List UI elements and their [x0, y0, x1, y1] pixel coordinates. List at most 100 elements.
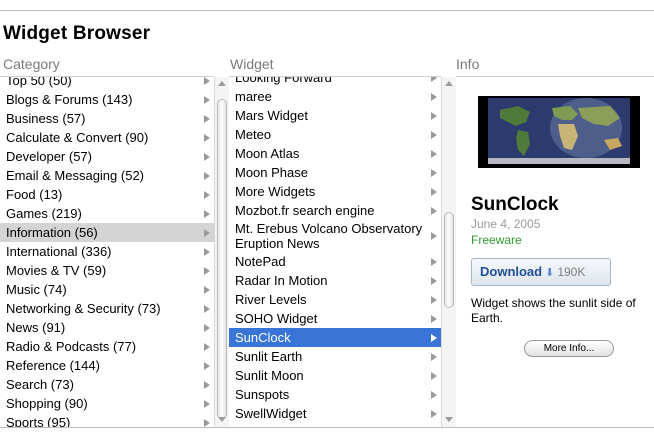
widget-list-item[interactable]: River Levels — [229, 290, 441, 309]
category-scroll-thumb[interactable] — [217, 99, 227, 419]
widget-list-item[interactable]: Meteo — [229, 125, 441, 144]
category-list-item[interactable]: Email & Messaging (52) — [0, 166, 214, 185]
widget-list-item[interactable]: Looking Forward — [229, 77, 441, 87]
category-item-label: News (91) — [6, 320, 66, 335]
disclosure-arrow-icon — [431, 168, 437, 177]
widget-item-label: SunClock — [235, 330, 291, 345]
scroll-up-icon[interactable] — [445, 81, 453, 86]
category-item-label: Music (74) — [6, 282, 67, 297]
scroll-down-icon[interactable] — [218, 417, 226, 422]
disclosure-arrow-icon — [204, 209, 210, 218]
widget-list[interactable]: Looking Forward maree Mars Widget Meteo Moon… — [229, 77, 441, 427]
category-list-item[interactable]: Calculate & Convert (90) — [0, 128, 214, 147]
category-list-item[interactable]: International (336) — [0, 242, 214, 261]
widget-list-item[interactable]: Sunspots — [229, 385, 441, 404]
widget-item-label: Mt. Erebus Volcano Observatory Eruption … — [235, 221, 423, 251]
widget-date: June 4, 2005 — [471, 217, 541, 231]
category-item-label: Networking & Security (73) — [6, 301, 161, 316]
widget-list-item[interactable]: SwellWidget — [229, 404, 441, 423]
widget-list-item[interactable]: Sunlit Earth — [229, 347, 441, 366]
widget-list-item[interactable]: Mars Widget — [229, 106, 441, 125]
disclosure-arrow-icon — [204, 114, 210, 123]
widget-list-item[interactable]: Radar In Motion — [229, 271, 441, 290]
disclosure-arrow-icon — [204, 133, 210, 142]
widget-item-label: SOHO Widget — [235, 311, 318, 326]
category-item-label: Calculate & Convert (90) — [6, 130, 149, 145]
widget-item-label: Sunlit Moon — [235, 368, 304, 383]
disclosure-arrow-icon — [431, 257, 437, 266]
category-list-item[interactable]: Radio & Podcasts (77) — [0, 337, 214, 356]
category-list-item[interactable]: Sports (95) — [0, 413, 214, 427]
disclosure-arrow-icon — [431, 409, 437, 418]
disclosure-arrow-icon — [204, 323, 210, 332]
category-list-item[interactable]: Movies & TV (59) — [0, 261, 214, 280]
top-divider — [0, 10, 654, 11]
widget-list-item[interactable]: Moon Atlas — [229, 144, 441, 163]
disclosure-arrow-icon — [204, 399, 210, 408]
info-panel: SunClock June 4, 2005 Freeware Download ⬇… — [461, 77, 654, 427]
category-list-item[interactable]: Search (73) — [0, 375, 214, 394]
category-list-item[interactable]: Shopping (90) — [0, 394, 214, 413]
disclosure-arrow-icon — [431, 314, 437, 323]
disclosure-arrow-icon — [431, 111, 437, 120]
disclosure-arrow-icon — [204, 247, 210, 256]
category-list-item[interactable]: Blogs & Forums (143) — [0, 90, 214, 109]
widget-item-label: Sunspots — [235, 387, 290, 402]
info-column-header: Info — [456, 56, 480, 72]
widget-item-label: Mars Widget — [235, 108, 308, 123]
category-list-item[interactable]: Information (56) — [0, 223, 214, 242]
widget-list-item[interactable]: SunClock — [229, 328, 441, 347]
widget-item-label: SwellWidget — [235, 406, 307, 421]
widget-scroll-thumb[interactable] — [444, 212, 454, 308]
disclosure-arrow-icon — [431, 232, 437, 240]
disclosure-arrow-icon — [204, 380, 210, 389]
disclosure-arrow-icon — [204, 418, 210, 427]
category-item-label: Sports (95) — [6, 415, 71, 427]
category-list-item[interactable]: News (91) — [0, 318, 214, 337]
widget-list-item[interactable]: SOHO Widget — [229, 309, 441, 328]
disclosure-arrow-icon — [431, 149, 437, 158]
disclosure-arrow-icon — [204, 304, 210, 313]
disclosure-arrow-icon — [204, 285, 210, 294]
category-list-item[interactable]: Developer (57) — [0, 147, 214, 166]
widget-list-item[interactable]: NotePad — [229, 252, 441, 271]
disclosure-arrow-icon — [204, 171, 210, 180]
widget-description: Widget shows the sunlit side of Earth. — [471, 296, 636, 325]
category-list[interactable]: Top 50 (50) Blogs & Forums (143) Business … — [0, 77, 214, 427]
scroll-down-icon[interactable] — [445, 417, 453, 422]
scroll-up-icon[interactable] — [218, 81, 226, 86]
category-list-item[interactable]: Top 50 (50) — [0, 77, 214, 90]
widget-list-item[interactable]: maree — [229, 87, 441, 106]
widget-item-label: River Levels — [235, 292, 307, 307]
widget-item-label: Moon Atlas — [235, 146, 300, 161]
category-list-item[interactable]: Music (74) — [0, 280, 214, 299]
widget-column-header: Widget — [230, 56, 274, 72]
category-list-item[interactable]: Business (57) — [0, 109, 214, 128]
category-list-item[interactable]: Games (219) — [0, 204, 214, 223]
category-item-label: Top 50 (50) — [6, 77, 72, 88]
widget-list-item[interactable]: Moon Phase — [229, 163, 441, 182]
widget-scrollbar[interactable] — [441, 77, 456, 427]
category-item-label: Developer (57) — [6, 149, 92, 164]
more-info-button[interactable]: More Info... — [524, 340, 614, 357]
disclosure-arrow-icon — [204, 361, 210, 370]
disclosure-arrow-icon — [204, 152, 210, 161]
widget-item-label: Radar In Motion — [235, 273, 328, 288]
widget-list-item[interactable]: Mozbot.fr search engine — [229, 201, 441, 220]
category-list-item[interactable]: Food (13) — [0, 185, 214, 204]
disclosure-arrow-icon — [204, 95, 210, 104]
category-list-item[interactable]: Networking & Security (73) — [0, 299, 214, 318]
download-button[interactable]: Download ⬇ 190K — [471, 258, 611, 286]
widget-item-label: Looking Forward — [235, 77, 332, 85]
widget-list-item[interactable]: Sunlit Moon — [229, 366, 441, 385]
widget-list-item[interactable]: Mt. Erebus Volcano Observatory Eruption … — [229, 220, 441, 252]
widget-item-label: More Widgets — [235, 184, 316, 199]
category-list-item[interactable]: Reference (144) — [0, 356, 214, 375]
widget-list-item[interactable]: More Widgets — [229, 182, 441, 201]
widget-name: SunClock — [471, 194, 559, 215]
widget-item-label: NotePad — [235, 254, 286, 269]
category-item-label: Shopping (90) — [6, 396, 88, 411]
disclosure-arrow-icon — [204, 190, 210, 199]
widget-list-items: Looking Forward maree Mars Widget Meteo Moon… — [229, 77, 441, 423]
category-scrollbar[interactable] — [214, 77, 229, 427]
